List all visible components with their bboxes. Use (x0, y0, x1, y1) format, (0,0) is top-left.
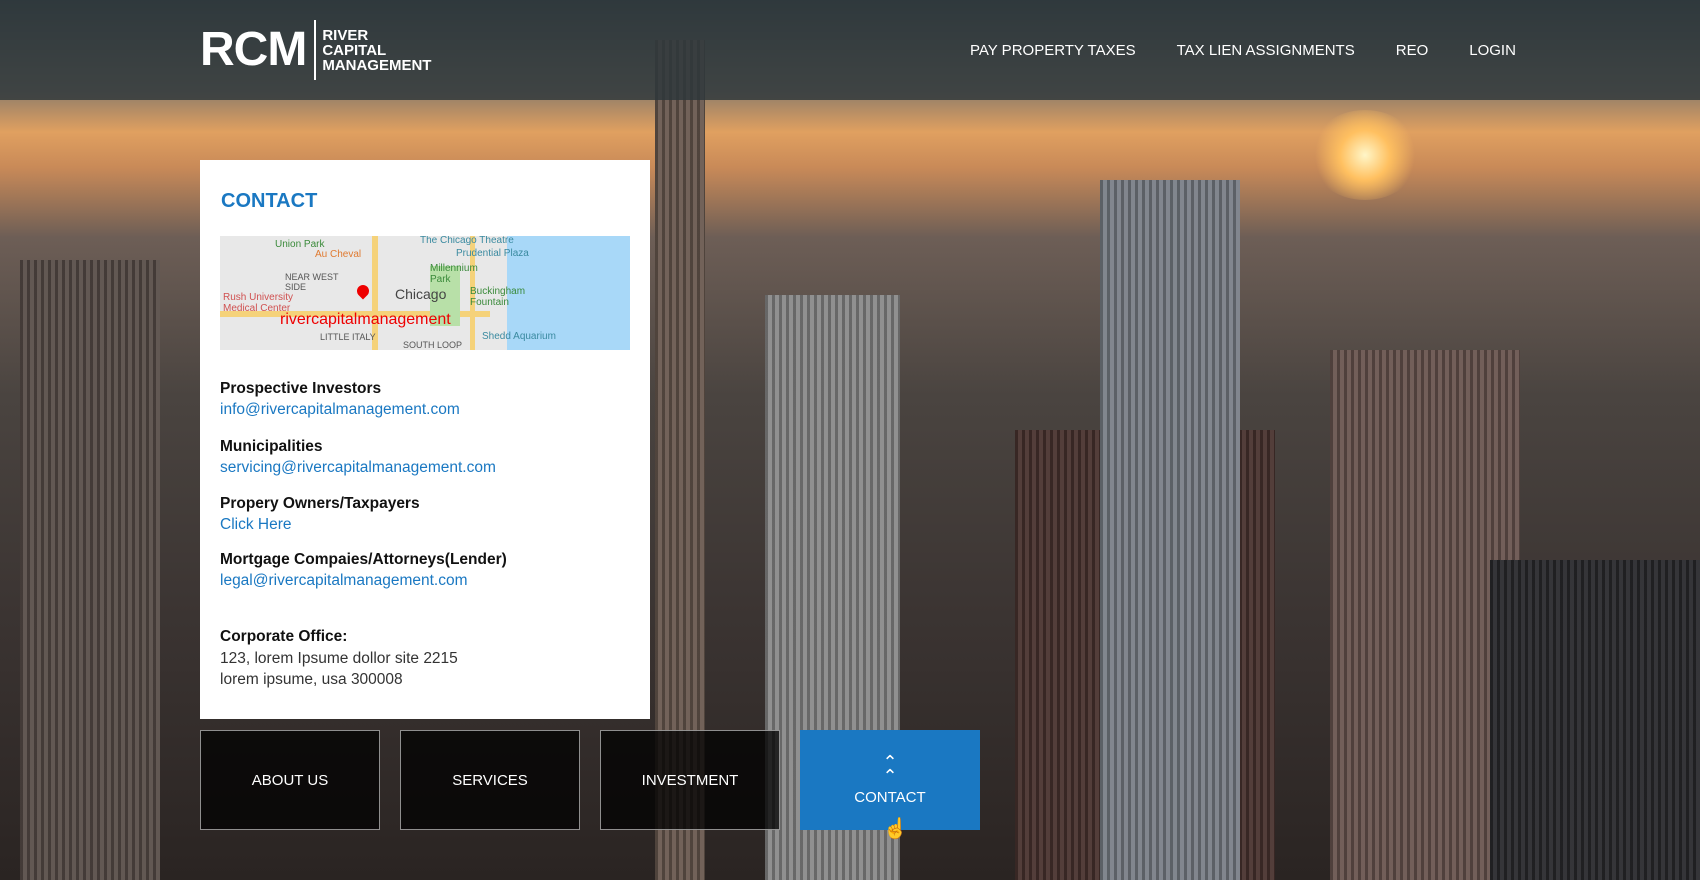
contact-title: CONTACT (221, 190, 318, 212)
tile-label: ABOUT US (251, 771, 329, 789)
section-heading: Mortgage Compaies/Attorneys(Lender) (220, 551, 507, 568)
map-label: Shedd Aquarium (482, 331, 556, 342)
tile-contact[interactable]: ⌃ ⌃ CONTACT (800, 730, 980, 830)
map-label: Prudential Plaza (456, 248, 529, 259)
tile-investment[interactable]: INVESTMENT (600, 730, 780, 830)
section-heading: Prospective Investors (220, 380, 382, 397)
tile-services[interactable]: SERVICES (400, 730, 580, 830)
background-building (1490, 560, 1700, 880)
tile-label: SERVICES (452, 771, 528, 789)
top-navigation: RCM RIVER CAPITAL MANAGEMENT PAY PROPERT… (0, 0, 1700, 100)
corporate-office: Corporate Office: 123, lorem Ipsume doll… (220, 628, 458, 690)
tile-about-us[interactable]: ABOUT US (200, 730, 380, 830)
map-label: LITTLE ITALY (320, 332, 376, 342)
main-menu: PAY PROPERTY TAXES TAX LIEN ASSIGNMENTS … (970, 42, 1516, 59)
office-address-line: 123, lorem Ipsume dollor site 2215 (220, 650, 458, 667)
tile-label: INVESTMENT (641, 771, 739, 789)
map-label: Buckingham Fountain (470, 286, 526, 308)
contact-section-municipalities: Municipalities servicing@rivercapitalman… (220, 438, 496, 477)
nav-pay-property-taxes[interactable]: PAY PROPERTY TAXES (970, 42, 1136, 59)
contact-section-lenders: Mortgage Compaies/Attorneys(Lender) lega… (220, 551, 507, 590)
contact-panel: CONTACT Union Park Au Cheval The Chicago… (200, 160, 650, 719)
map-pin-icon (354, 282, 372, 300)
section-heading: Propery Owners/Taxpayers (220, 495, 420, 512)
tile-label: CONTACT (854, 788, 926, 806)
map-brand-label: rivercapitalmanagement (280, 311, 451, 328)
section-heading: Municipalities (220, 438, 323, 455)
logo-words: RIVER CAPITAL MANAGEMENT (322, 28, 431, 73)
hand-cursor-icon: ☝ (883, 818, 908, 840)
municipalities-email-link[interactable]: servicing@rivercapitalmanagement.com (220, 459, 496, 477)
nav-login[interactable]: LOGIN (1469, 42, 1516, 59)
map-label: Au Cheval (315, 249, 362, 260)
background-building (1100, 180, 1240, 880)
nav-reo[interactable]: REO (1396, 42, 1429, 59)
office-address-line: lorem ipsume, usa 300008 (220, 671, 403, 688)
map-label: SOUTH LOOP (403, 340, 463, 350)
office-heading: Corporate Office: (220, 628, 348, 645)
contact-section-owners: Propery Owners/Taxpayers Click Here (220, 495, 420, 534)
logo-abbr: RCM (200, 23, 307, 76)
contact-section-investors: Prospective Investors info@rivercapitalm… (220, 380, 460, 419)
nav-tax-lien-assignments[interactable]: TAX LIEN ASSIGNMENTS (1177, 42, 1355, 59)
map-label: Chicago (395, 286, 447, 302)
logo[interactable]: RCM RIVER CAPITAL MANAGEMENT (200, 20, 431, 80)
legal-email-link[interactable]: legal@rivercapitalmanagement.com (220, 572, 507, 590)
map-label: NEAR WEST SIDE (285, 272, 339, 292)
chevron-double-up-icon: ⌃ ⌃ (882, 751, 898, 786)
location-map[interactable]: Union Park Au Cheval The Chicago Theatre… (220, 236, 630, 350)
map-label: The Chicago Theatre (420, 236, 514, 246)
background-building (20, 260, 160, 880)
logo-divider (314, 20, 317, 80)
investors-email-link[interactable]: info@rivercapitalmanagement.com (220, 401, 460, 419)
click-here-link[interactable]: Click Here (220, 516, 420, 534)
map-label: Millennium Park (430, 263, 478, 285)
background-sun (1310, 110, 1420, 200)
logo-line: MANAGEMENT (322, 56, 432, 74)
